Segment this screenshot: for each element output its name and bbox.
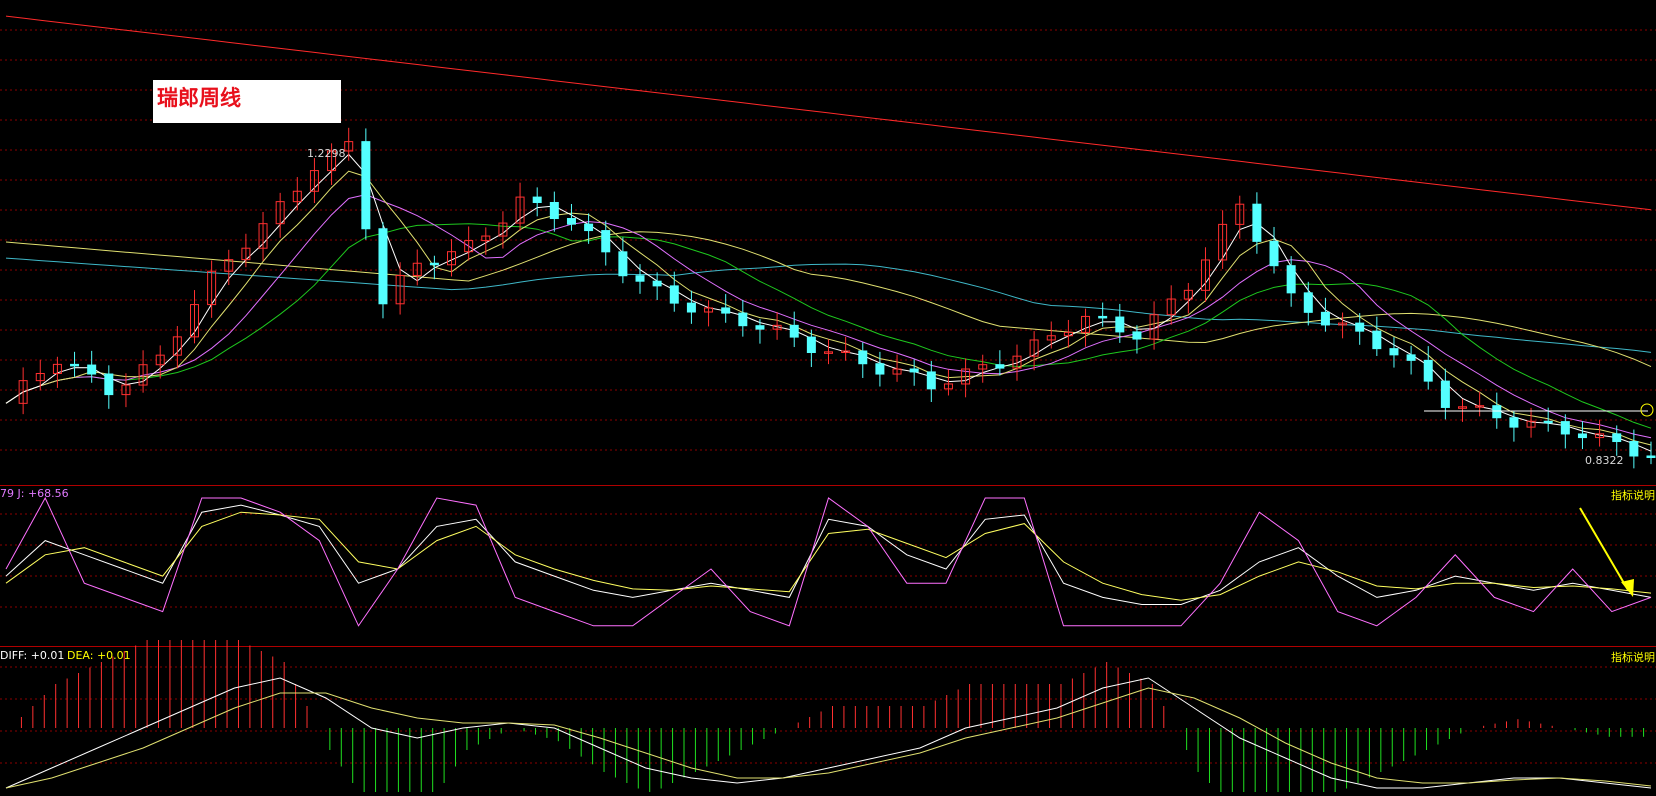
candle-body: [926, 371, 936, 390]
candle-body: [1423, 359, 1433, 382]
candle-body: [995, 364, 1005, 369]
candle-body: [429, 262, 439, 266]
ma-white-line: [5, 153, 1652, 452]
candle-body: [806, 336, 816, 354]
macd-dea-line: [5, 687, 1652, 789]
candle-body: [566, 218, 576, 225]
candle-body: [532, 196, 542, 203]
chart-title: 瑞郎周线: [157, 85, 241, 110]
candle-body: [1629, 441, 1639, 457]
candle-body: [1320, 311, 1330, 326]
kdj-d-line: [5, 511, 1652, 601]
candle-body: [1389, 348, 1399, 356]
candle-body: [1440, 380, 1450, 408]
marker-circle: [1640, 403, 1654, 417]
annotation-arrowhead: [1621, 579, 1634, 597]
candle-body: [1269, 240, 1279, 267]
annotation-arrow: [1579, 507, 1629, 591]
macd-dea-label: DEA: +0.01: [67, 649, 131, 662]
macd-diff-line: [5, 677, 1652, 789]
candle-body: [1115, 316, 1125, 333]
candle-body: [635, 275, 645, 282]
candle-body: [618, 251, 628, 277]
chart-stage: 瑞郎周线 1.2298 0.8322 79 J: +68.56 指标说明 DIF…: [0, 0, 1656, 796]
candle-body: [70, 363, 80, 367]
candle-body: [378, 228, 388, 305]
candle-body: [87, 364, 97, 375]
candle-body: [1543, 420, 1553, 424]
ma-cyan-line: [5, 257, 1652, 353]
high-price-label: 1.2298: [307, 147, 346, 160]
candle-body: [1355, 322, 1365, 332]
chart-title-box: 瑞郎周线: [153, 80, 341, 123]
candle-body: [1492, 405, 1502, 419]
candle-body: [669, 285, 679, 304]
candle-body: [652, 280, 662, 287]
candle-body: [1560, 421, 1570, 435]
candle-body: [1132, 331, 1142, 340]
low-price-label: 0.8322: [1585, 454, 1624, 467]
candle-body: [1286, 265, 1296, 294]
macd-help-button[interactable]: 指标说明: [1610, 649, 1656, 665]
ma-magenta-line: [5, 194, 1652, 439]
candle-body: [789, 324, 799, 338]
kdj-k-line: [5, 504, 1652, 605]
candle-body: [1646, 455, 1656, 458]
candle-body: [1612, 433, 1622, 443]
candle-body: [686, 302, 696, 313]
kdj-help-button[interactable]: 指标说明: [1610, 487, 1656, 503]
candle-body: [875, 363, 885, 375]
kdj-j-line: [5, 496, 1652, 627]
candle-body: [1252, 203, 1262, 242]
candle-body: [584, 223, 594, 232]
candle-body: [1098, 315, 1108, 319]
candle-body: [549, 201, 559, 220]
candle-body: [738, 312, 748, 327]
macd-diff-label: DIFF: +0.01: [0, 649, 65, 662]
candle-body: [909, 368, 919, 373]
candle-body: [858, 350, 868, 365]
candle-body: [1509, 417, 1519, 428]
candle-body: [601, 230, 611, 253]
candle-body: [721, 307, 731, 314]
candle-body: [104, 373, 114, 396]
candle-body: [1303, 292, 1313, 313]
candle-body: [361, 141, 371, 230]
kdj-values-label: 79 J: +68.56: [0, 487, 69, 500]
candle-body: [1372, 330, 1382, 350]
candle-body: [1406, 354, 1416, 361]
candle-body: [1577, 433, 1587, 439]
candle-body: [755, 325, 765, 330]
